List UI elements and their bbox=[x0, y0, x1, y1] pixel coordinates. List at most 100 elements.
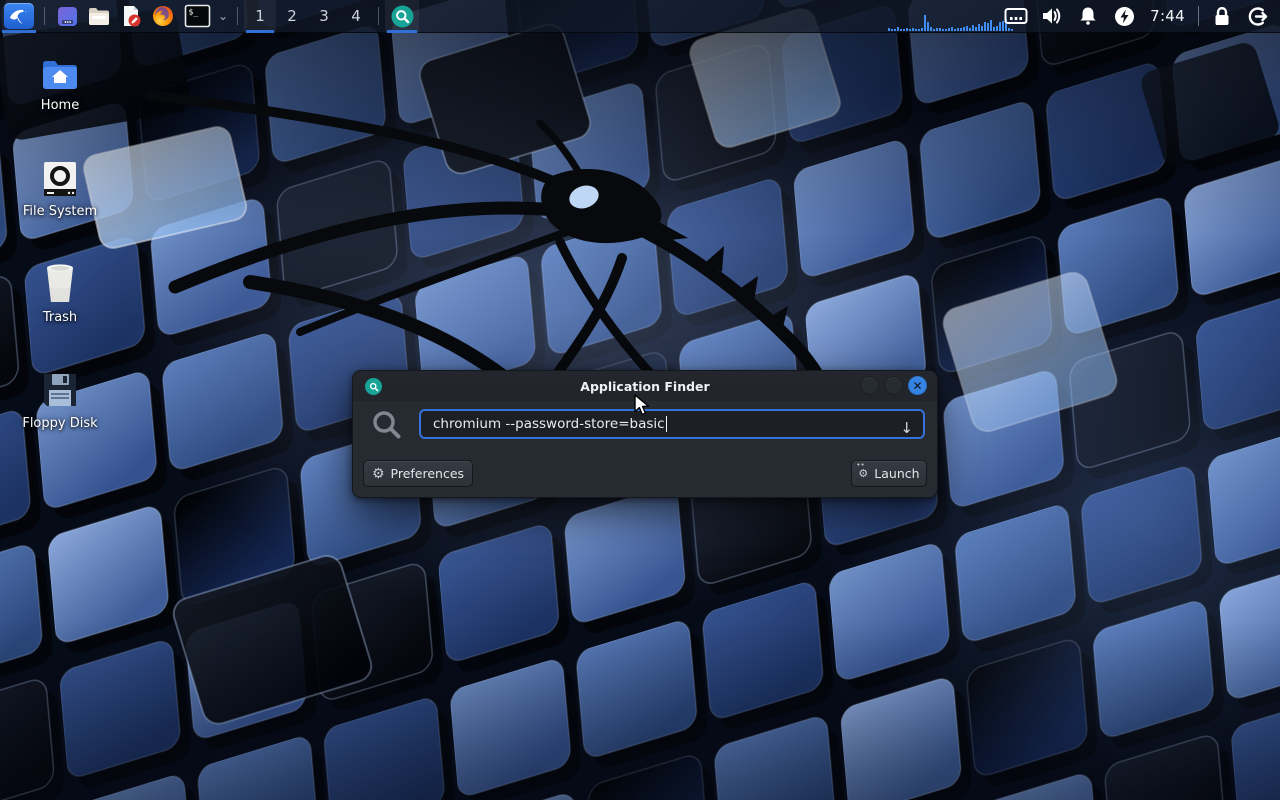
launcher-firefox[interactable] bbox=[147, 0, 179, 33]
document-edit-icon bbox=[120, 5, 142, 27]
cpu-graph-bar bbox=[918, 29, 920, 31]
cpu-graph-bar bbox=[966, 26, 968, 31]
search-icon bbox=[371, 409, 403, 441]
desktop-icon-label: Floppy Disk bbox=[22, 416, 97, 431]
close-button[interactable]: ✕ bbox=[908, 376, 927, 395]
cpu-graph-bar bbox=[954, 29, 956, 31]
terminal-dropdown-button[interactable]: ⌄ bbox=[215, 0, 231, 33]
window-title: Application Finder bbox=[353, 379, 937, 394]
logout-button[interactable] bbox=[1240, 0, 1276, 33]
cpu-graph-bar bbox=[915, 29, 917, 31]
cpu-graph-bar bbox=[981, 26, 983, 31]
cpu-graph-bar bbox=[951, 27, 953, 31]
logout-icon bbox=[1248, 6, 1269, 27]
trash-icon bbox=[40, 262, 80, 304]
cpu-graph-bar bbox=[900, 29, 902, 31]
launcher-file-manager[interactable] bbox=[83, 0, 115, 33]
lock-icon bbox=[1212, 6, 1232, 27]
svg-text:$_: $_ bbox=[188, 8, 198, 17]
bottom-shade bbox=[0, 620, 1280, 800]
launch-gear-icon: ⚙ bbox=[858, 468, 868, 479]
workspace-2-button[interactable]: 2 bbox=[276, 0, 308, 33]
workspace-1-button[interactable]: 1 bbox=[244, 0, 276, 33]
maximize-button[interactable] bbox=[884, 376, 903, 395]
cpu-graph-bar bbox=[972, 25, 974, 31]
chevron-down-icon: ⌄ bbox=[218, 9, 228, 23]
taskbar-application-finder[interactable] bbox=[385, 0, 419, 33]
workspace-label: 3 bbox=[319, 7, 329, 25]
workspace-label: 4 bbox=[351, 7, 361, 25]
gear-icon: ⚙ bbox=[372, 467, 385, 481]
cpu-graph-bar bbox=[927, 22, 929, 31]
network-tray-button[interactable] bbox=[998, 0, 1034, 33]
cpu-graph-bar bbox=[975, 27, 977, 31]
cpu-graph-bar bbox=[960, 28, 962, 31]
preferences-label: Preferences bbox=[391, 466, 465, 481]
cpu-graph-bar bbox=[933, 29, 935, 31]
desktop-icon-trash[interactable]: Trash bbox=[5, 262, 115, 325]
cpu-graph-bar bbox=[969, 28, 971, 31]
cpu-graph-bar bbox=[903, 29, 905, 31]
cpu-graph-bar bbox=[888, 28, 890, 31]
network-icon bbox=[1004, 7, 1028, 25]
workspace-3-button[interactable]: 3 bbox=[308, 0, 340, 33]
cpu-graph-monitor[interactable] bbox=[888, 1, 1016, 31]
cpu-graph-bar bbox=[894, 29, 896, 31]
applications-menu-button[interactable] bbox=[0, 0, 38, 33]
cpu-graph-bar bbox=[939, 28, 941, 31]
app-finder-icon bbox=[391, 5, 414, 28]
cpu-graph-bar bbox=[987, 23, 989, 31]
desktop-icon-file-system[interactable]: File System bbox=[5, 160, 115, 219]
desktop-icon-home[interactable]: Home bbox=[5, 58, 115, 113]
application-finder-window: Application Finder ✕ chromium --password… bbox=[352, 370, 938, 498]
cpu-graph-bar bbox=[984, 22, 986, 31]
firefox-icon bbox=[152, 5, 174, 27]
notifications-tray-button[interactable] bbox=[1070, 0, 1106, 33]
power-manager-tray-button[interactable] bbox=[1106, 0, 1142, 33]
cpu-graph-bar bbox=[990, 20, 992, 31]
kali-logo-icon bbox=[4, 3, 34, 29]
desktop-icon-floppy-disk[interactable]: Floppy Disk bbox=[5, 370, 115, 431]
app-window-icon bbox=[57, 6, 78, 27]
cpu-graph-bar bbox=[891, 29, 893, 31]
cpu-graph-bar bbox=[948, 28, 950, 31]
minimize-button[interactable] bbox=[860, 376, 879, 395]
floppy-disk-icon bbox=[40, 370, 80, 410]
cpu-graph-bar bbox=[945, 29, 947, 31]
dropdown-arrow-icon[interactable]: ↓ bbox=[900, 415, 913, 441]
active-underline bbox=[246, 30, 274, 33]
search-input-value: chromium --password-store=basic bbox=[433, 416, 665, 432]
launcher-text-editor[interactable] bbox=[115, 0, 147, 33]
cpu-graph-bar bbox=[906, 28, 908, 31]
desktop-icon-label: Trash bbox=[43, 310, 77, 325]
workspace-label: 1 bbox=[255, 7, 265, 25]
cpu-graph-bar bbox=[993, 27, 995, 31]
launcher-app-window[interactable] bbox=[51, 0, 83, 33]
folder-icon bbox=[88, 7, 110, 26]
launch-button[interactable]: ⚙ Launch bbox=[851, 460, 927, 487]
drive-icon bbox=[41, 160, 79, 198]
panel-separator bbox=[44, 7, 45, 25]
lock-screen-button[interactable] bbox=[1204, 0, 1240, 33]
volume-tray-button[interactable] bbox=[1034, 0, 1070, 33]
cpu-graph-bar bbox=[924, 15, 926, 31]
launcher-terminal[interactable]: $_ bbox=[179, 0, 215, 33]
desktop-icon-label: File System bbox=[23, 204, 97, 219]
terminal-icon: $_ bbox=[184, 4, 211, 28]
power-flash-icon bbox=[1114, 6, 1135, 27]
cpu-graph-bar bbox=[909, 29, 911, 31]
dialog-buttons: ⚙ Preferences ⚙ Launch bbox=[363, 460, 927, 487]
cpu-graph-bar bbox=[930, 27, 932, 31]
cpu-graph-bar bbox=[912, 28, 914, 31]
workspace-4-button[interactable]: 4 bbox=[340, 0, 372, 33]
top-panel: $_ ⌄ 1 2 3 4 bbox=[0, 0, 1280, 33]
system-tray: 7:44 bbox=[998, 0, 1280, 33]
desktop-icon-label: Home bbox=[41, 98, 79, 113]
cpu-graph-bar bbox=[921, 28, 923, 31]
cpu-graph-bar bbox=[957, 28, 959, 31]
tray-separator bbox=[1198, 6, 1199, 26]
clock[interactable]: 7:44 bbox=[1142, 7, 1193, 25]
search-input[interactable]: chromium --password-store=basic ↓ bbox=[419, 409, 925, 439]
preferences-button[interactable]: ⚙ Preferences bbox=[363, 460, 473, 487]
volume-icon bbox=[1041, 6, 1063, 26]
